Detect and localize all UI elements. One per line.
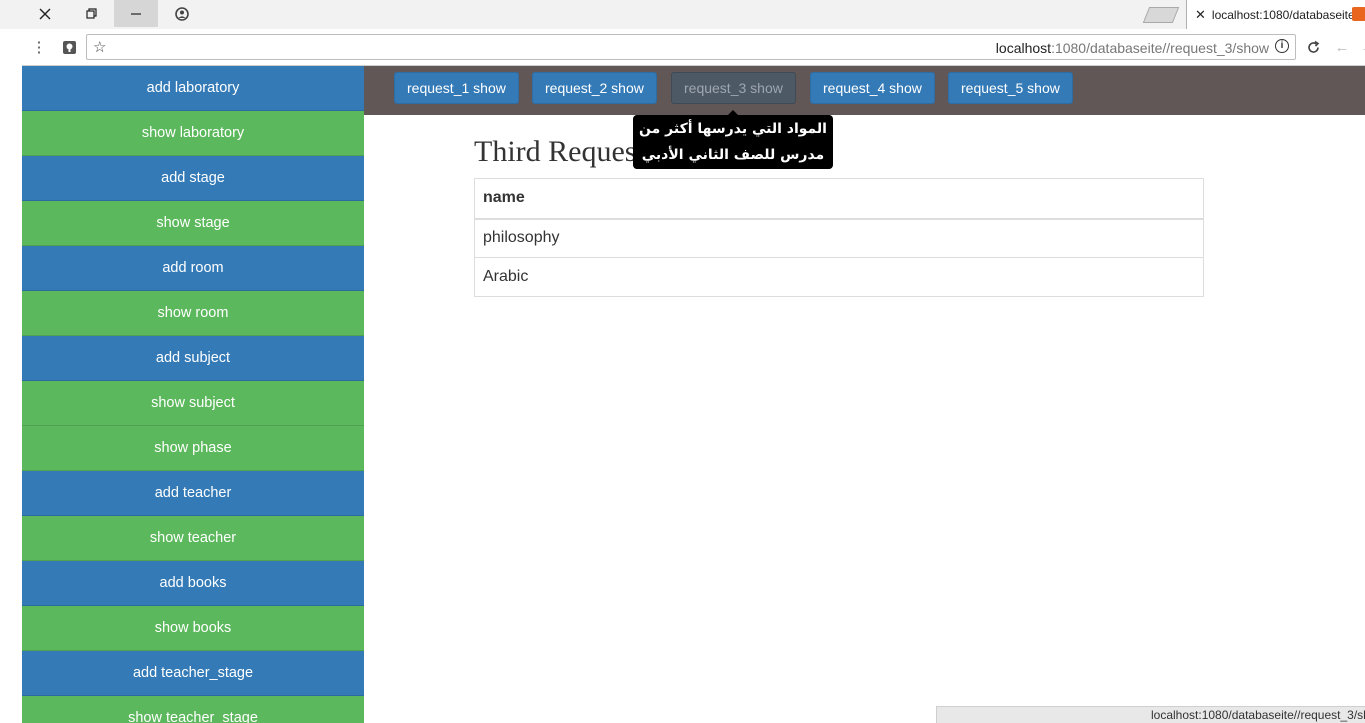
- sidebar-item-label: add laboratory: [146, 80, 240, 96]
- sidebar-item-label: show subject: [151, 395, 235, 411]
- request-3-show-button[interactable]: request_3 show: [671, 72, 796, 104]
- page-title: Third Request: [474, 135, 645, 168]
- request-1-show-button[interactable]: request_1 show: [394, 72, 519, 104]
- sidebar-item-show-room[interactable]: show room: [22, 291, 364, 336]
- profile-button[interactable]: [160, 0, 204, 27]
- sidebar-item-show-laboratory[interactable]: show laboratory: [22, 111, 364, 156]
- table-header-row: name: [474, 178, 1204, 220]
- sidebar-item-label: add subject: [155, 350, 231, 366]
- tooltip-line-2: مدرس للصف الثاني الأدبي: [641, 147, 825, 163]
- window-close-button[interactable]: [22, 0, 68, 27]
- extension-icon[interactable]: [60, 38, 78, 56]
- close-icon: [39, 8, 51, 19]
- sidebar-item-label: add room: [162, 260, 224, 276]
- address-url: localhost:1080/databaseite//request_3/sh…: [995, 40, 1269, 56]
- browser-toolbar: ⋮ ☆ localhost:1080/databaseite//request_…: [22, 29, 1365, 66]
- table-cell: Arabic: [474, 257, 1204, 297]
- browser-titlebar: ✕ localhost:1080/databaseite: [0, 0, 1365, 30]
- tab-favicon-icon: [1352, 7, 1365, 21]
- new-tab-button[interactable]: [1142, 7, 1180, 23]
- sidebar-item-label: show room: [157, 305, 229, 321]
- table-cell: philosophy: [474, 218, 1204, 258]
- request-3-tooltip: المواد التي يدرسها أكثر من مدرس للصف الث…: [633, 110, 833, 169]
- address-bar[interactable]: ☆ localhost:1080/databaseite//request_3/…: [86, 34, 1296, 60]
- sidebar-item-label: show laboratory: [141, 125, 245, 141]
- sidebar-item-show-books[interactable]: show books: [22, 606, 364, 651]
- sidebar-item-label: show books: [154, 620, 232, 636]
- sidebar-item-add-teacher[interactable]: add teacher: [22, 471, 364, 516]
- sidebar-item-label: add teacher_stage: [132, 665, 254, 681]
- menu-kebab-icon[interactable]: ⋮: [30, 38, 48, 56]
- request-2-show-button[interactable]: request_2 show: [532, 72, 657, 104]
- bookmark-star-icon[interactable]: ☆: [93, 38, 106, 56]
- minimize-icon: [131, 12, 141, 15]
- sidebar-item-add-teacher-stage[interactable]: add teacher_stage: [22, 651, 364, 696]
- sidebar-item-add-books[interactable]: add books: [22, 561, 364, 606]
- profile-icon: [175, 6, 189, 21]
- sidebar-item-show-teacher-stage[interactable]: show teacher_stage: [22, 696, 364, 723]
- browser-tab-active[interactable]: ✕ localhost:1080/databaseite: [1186, 0, 1365, 30]
- tab-close-icon[interactable]: ✕: [1195, 7, 1206, 23]
- restore-icon: [85, 8, 97, 19]
- tab-title: localhost:1080/databaseite: [1211, 8, 1355, 22]
- sidebar-item-label: add books: [159, 575, 227, 591]
- sidebar-item-label: add stage: [161, 170, 225, 186]
- sidebar-item-label: add teacher: [154, 485, 232, 501]
- sidebar-item-add-subject[interactable]: add subject: [22, 336, 364, 381]
- sidebar-item-show-subject[interactable]: show subject: [22, 381, 364, 426]
- sidebar-item-show-teacher[interactable]: show teacher: [22, 516, 364, 561]
- sidebar-item-label: show teacher_stage: [128, 710, 258, 723]
- site-info-icon[interactable]: i: [1275, 39, 1289, 53]
- sidebar-item-add-room[interactable]: add room: [22, 246, 364, 291]
- table-row: Arabic: [474, 257, 1204, 297]
- window-minimize-button[interactable]: [114, 0, 158, 27]
- sidebar-item-add-stage[interactable]: add stage: [22, 156, 364, 201]
- sidebar-item-add-laboratory[interactable]: add laboratory: [22, 66, 364, 111]
- sidebar-item-label: show stage: [156, 215, 230, 231]
- sidebar-item-show-phase[interactable]: show phase: [22, 426, 364, 471]
- back-arrow-icon[interactable]: ←: [1333, 38, 1351, 56]
- results-table: name philosophy Arabic: [474, 178, 1204, 297]
- request-navbar: request_1 show request_2 show request_3 …: [364, 66, 1365, 115]
- window-restore-button[interactable]: [68, 0, 114, 27]
- link-status-bar: localhost:1080/databaseite//request_3/sh: [936, 706, 1365, 723]
- reload-icon[interactable]: [1304, 38, 1322, 56]
- sidebar-item-show-stage[interactable]: show stage: [22, 201, 364, 246]
- request-4-show-button[interactable]: request_4 show: [810, 72, 935, 104]
- table-row: philosophy: [474, 218, 1204, 258]
- sidebar: add laboratory show laboratory add stage…: [22, 66, 364, 723]
- sidebar-item-label: show teacher: [149, 530, 237, 546]
- sidebar-item-label: show phase: [154, 440, 232, 456]
- column-header-name: name: [474, 178, 1204, 220]
- tooltip-line-1: المواد التي يدرسها أكثر من: [639, 121, 827, 137]
- request-5-show-button[interactable]: request_5 show: [948, 72, 1073, 104]
- forward-arrow-icon[interactable]: →: [1359, 38, 1365, 56]
